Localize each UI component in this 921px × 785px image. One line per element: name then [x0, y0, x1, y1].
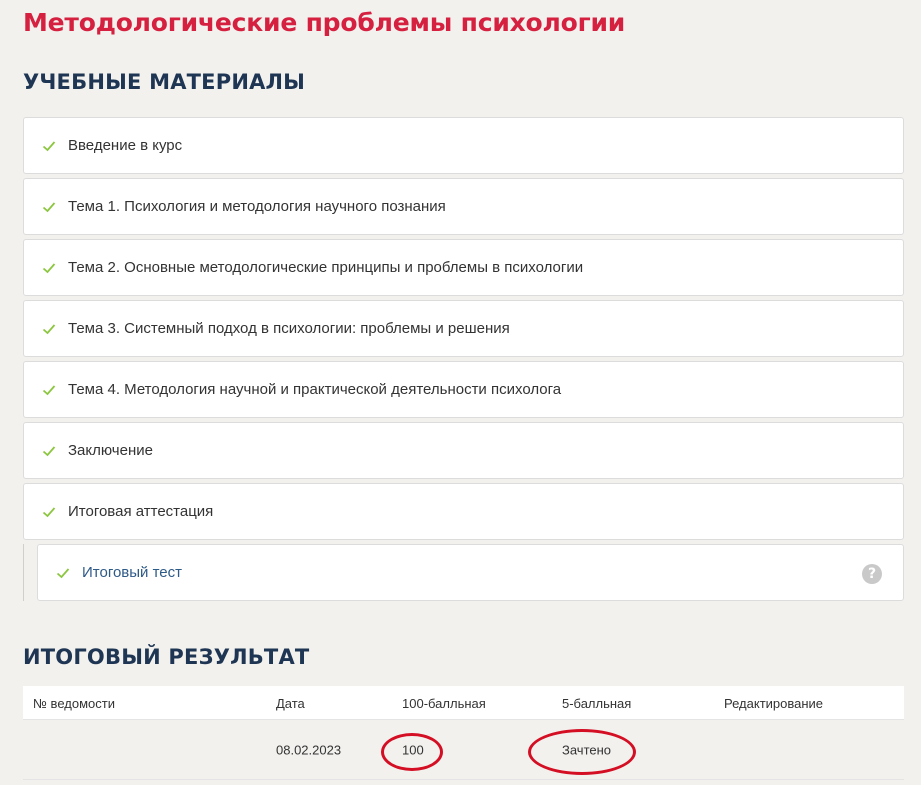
column-header-number: № ведомости [33, 696, 115, 711]
material-item-topic-2[interactable]: Тема 2. Основные методологические принци… [23, 239, 904, 296]
check-icon [42, 506, 56, 517]
material-label: Итоговая аттестация [68, 503, 214, 520]
cell-score5: Зачтено [562, 742, 612, 758]
material-item-final-test[interactable]: Итоговый тест ? [37, 544, 904, 601]
page-title: Методологические проблемы психологии [23, 8, 626, 37]
final-test-group: Итоговый тест ? [23, 544, 904, 601]
column-header-score5: 5-балльная [562, 696, 632, 711]
material-label: Тема 4. Методология научной и практическ… [68, 381, 562, 398]
column-header-score100: 100-балльная [402, 696, 486, 711]
tree-connector-line [23, 544, 24, 601]
materials-list: Введение в курс Тема 1. Психология и мет… [23, 117, 904, 544]
material-item-topic-1[interactable]: Тема 1. Психология и методология научног… [23, 178, 904, 235]
material-item-final-attestation[interactable]: Итоговая аттестация [23, 483, 904, 540]
check-icon [42, 323, 56, 334]
material-label: Тема 3. Системный подход в психологии: п… [68, 320, 510, 337]
material-label: Тема 1. Психология и методология научног… [68, 198, 446, 215]
table-header: № ведомости Дата 100-балльная 5-балльная… [23, 686, 904, 720]
table-row: 08.02.2023 100 Зачтено [23, 720, 904, 780]
question-icon[interactable]: ? [862, 564, 882, 584]
final-test-link[interactable]: Итоговый тест [82, 564, 182, 581]
check-icon [42, 140, 56, 151]
material-item-conclusion[interactable]: Заключение [23, 422, 904, 479]
check-icon [56, 567, 70, 578]
material-item-topic-4[interactable]: Тема 4. Методология научной и практическ… [23, 361, 904, 418]
results-table: № ведомости Дата 100-балльная 5-балльная… [23, 686, 904, 780]
material-label: Введение в курс [68, 137, 183, 154]
result-heading: ИТОГОВЫЙ РЕЗУЛЬТАТ [23, 645, 310, 669]
column-header-edit: Редактирование [724, 696, 824, 711]
check-icon [42, 262, 56, 273]
materials-heading: УЧЕБНЫЕ МАТЕРИАЛЫ [23, 70, 306, 94]
material-item-topic-3[interactable]: Тема 3. Системный подход в психологии: п… [23, 300, 904, 357]
material-label: Тема 2. Основные методологические принци… [68, 259, 584, 276]
cell-date: 08.02.2023 [276, 742, 342, 758]
check-icon [42, 201, 56, 212]
check-icon [42, 384, 56, 395]
check-icon [42, 445, 56, 456]
column-header-date: Дата [276, 696, 305, 711]
cell-score100: 100 [402, 742, 424, 758]
material-item-intro[interactable]: Введение в курс [23, 117, 904, 174]
material-label: Заключение [68, 442, 153, 459]
